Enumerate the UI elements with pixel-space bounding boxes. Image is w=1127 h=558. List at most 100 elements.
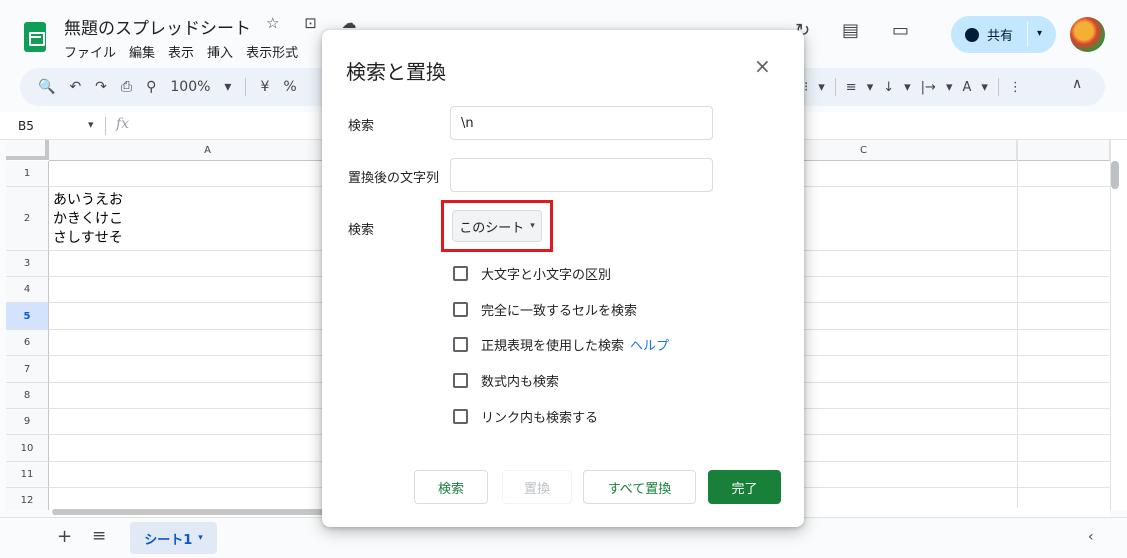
share-label: 共有 bbox=[987, 29, 1014, 44]
align-vertical-dropdown-icon[interactable]: ▾ bbox=[904, 80, 911, 95]
menu-edit[interactable]: 編集 bbox=[129, 42, 155, 61]
toolbar-divider bbox=[997, 78, 999, 96]
more-options-icon[interactable]: ⋮ bbox=[1009, 80, 1022, 95]
toolbar-divider bbox=[245, 78, 247, 96]
align-horizontal-icon[interactable]: ≡ bbox=[846, 80, 857, 95]
sheet-tab-dropdown-icon[interactable]: ▾ bbox=[198, 533, 203, 543]
share-button[interactable]: 共有 ▾ bbox=[951, 16, 1056, 53]
percent-format-button[interactable]: % bbox=[283, 79, 296, 95]
toolbar-right-group: ⁝⁝ ▾ ≡ ▾ ↓ ▾ |→ ▾ A ▾ ⋮ bbox=[800, 78, 1022, 96]
option-search-formulas[interactable]: 数式内も検索 bbox=[453, 371, 559, 390]
menu-insert[interactable]: 挿入 bbox=[207, 42, 233, 61]
row-header-2[interactable]: 2 bbox=[6, 187, 49, 251]
row-header-6[interactable]: 6 bbox=[6, 330, 49, 356]
replace-button[interactable]: 置換 bbox=[502, 470, 572, 504]
close-icon[interactable]: × bbox=[754, 54, 771, 78]
function-icon: fx bbox=[116, 116, 130, 132]
match-entire-cell-label: 完全に一致するセルを検索 bbox=[481, 304, 638, 319]
sheet-tab-label: シート1 bbox=[144, 532, 193, 548]
option-match-entire-cell[interactable]: 完全に一致するセルを検索 bbox=[453, 300, 637, 319]
name-box[interactable]: B5 bbox=[18, 119, 34, 133]
text-wrap-icon[interactable]: |→ bbox=[921, 80, 936, 95]
menu-bar: ファイル 編集 表示 挿入 表示形式 bbox=[64, 42, 298, 61]
row-header-8[interactable]: 8 bbox=[6, 383, 49, 409]
row-header-9[interactable]: 9 bbox=[6, 409, 49, 435]
comment-icon[interactable]: ▤ bbox=[842, 20, 859, 41]
select-all-corner[interactable] bbox=[6, 140, 49, 160]
zoom-select[interactable]: 100% bbox=[170, 79, 210, 95]
row-header-3[interactable]: 3 bbox=[6, 251, 49, 277]
sheet-tab-1[interactable]: シート1 ▾ bbox=[130, 522, 217, 554]
row-header-4[interactable]: 4 bbox=[6, 277, 49, 303]
text-wrap-dropdown-icon[interactable]: ▾ bbox=[946, 80, 953, 95]
add-sheet-icon[interactable]: + bbox=[57, 526, 72, 547]
search-formulas-checkbox[interactable] bbox=[453, 373, 468, 388]
align-vertical-icon[interactable]: ↓ bbox=[883, 80, 894, 95]
horizontal-scroll-thumb[interactable] bbox=[52, 509, 352, 515]
option-regex[interactable]: 正規表現を使用した検索 ヘルプ bbox=[453, 335, 669, 354]
all-sheets-icon[interactable]: ≡ bbox=[92, 526, 106, 546]
search-links-label: リンク内も検索する bbox=[481, 411, 599, 426]
collapse-menus-icon[interactable]: ∧ bbox=[1072, 76, 1082, 92]
replace-all-button[interactable]: すべて置換 bbox=[583, 470, 696, 504]
share-divider bbox=[1027, 22, 1028, 47]
find-replace-dialog: 検索と置換 × 検索 置換後の文字列 検索 このシート ▾ 大文字と小文字の区別… bbox=[322, 30, 804, 527]
row-header-5[interactable]: 5 bbox=[6, 303, 49, 330]
vertical-scrollbar[interactable] bbox=[1110, 140, 1127, 510]
menu-view[interactable]: 表示 bbox=[168, 42, 194, 61]
formula-divider bbox=[105, 117, 106, 135]
help-link[interactable]: ヘルプ bbox=[630, 339, 669, 354]
share-dropdown-icon[interactable]: ▾ bbox=[1037, 28, 1042, 39]
paint-format-icon[interactable]: ⚲ bbox=[146, 79, 156, 95]
option-match-case[interactable]: 大文字と小文字の区別 bbox=[453, 264, 611, 283]
match-entire-cell-checkbox[interactable] bbox=[453, 302, 468, 317]
search-icon[interactable]: 🔍 bbox=[38, 79, 55, 95]
scope-select[interactable]: このシート ▾ bbox=[452, 210, 542, 242]
match-case-label: 大文字と小文字の区別 bbox=[481, 268, 612, 283]
row-header-1[interactable]: 1 bbox=[6, 161, 49, 187]
regex-checkbox[interactable] bbox=[453, 337, 468, 352]
column-header-d[interactable] bbox=[1017, 140, 1110, 161]
align-horizontal-dropdown-icon[interactable]: ▾ bbox=[867, 80, 874, 95]
text-rotation-icon[interactable]: A bbox=[962, 80, 971, 95]
merge-dropdown-icon[interactable]: ▾ bbox=[818, 80, 825, 95]
scope-value: このシート bbox=[459, 220, 525, 236]
option-search-links[interactable]: リンク内も検索する bbox=[453, 407, 598, 426]
undo-icon[interactable]: ↶ bbox=[69, 79, 81, 95]
find-input[interactable] bbox=[450, 106, 713, 140]
menu-file[interactable]: ファイル bbox=[64, 42, 116, 61]
text-rotation-dropdown-icon[interactable]: ▾ bbox=[981, 80, 988, 95]
scope-highlight: このシート ▾ bbox=[441, 200, 553, 252]
regex-label: 正規表現を使用した検索 ヘルプ bbox=[481, 335, 669, 354]
vertical-scroll-thumb[interactable] bbox=[1111, 161, 1119, 189]
search-links-checkbox[interactable] bbox=[453, 409, 468, 424]
row-header-12[interactable]: 12 bbox=[6, 488, 49, 510]
toolbar-divider bbox=[834, 78, 836, 96]
name-box-dropdown-icon[interactable]: ▾ bbox=[88, 118, 94, 131]
globe-icon bbox=[965, 27, 979, 42]
currency-format-button[interactable]: ¥ bbox=[260, 79, 269, 95]
menu-format[interactable]: 表示形式 bbox=[246, 42, 298, 61]
cell-a2[interactable]: あいうえお かきくけこ さしすせそ bbox=[53, 191, 123, 248]
avatar[interactable] bbox=[1070, 17, 1105, 52]
sheets-logo-icon[interactable] bbox=[24, 22, 46, 52]
search-formulas-label: 数式内も検索 bbox=[481, 375, 560, 390]
document-title[interactable]: 無題のスプレッドシート bbox=[64, 14, 251, 39]
chevron-down-icon: ▾ bbox=[530, 221, 535, 231]
row-header-11[interactable]: 11 bbox=[6, 462, 49, 488]
row-header-7[interactable]: 7 bbox=[6, 356, 49, 383]
scroll-left-icon[interactable]: ‹ bbox=[1088, 529, 1094, 545]
scope-label: 検索 bbox=[348, 223, 375, 238]
find-button[interactable]: 検索 bbox=[414, 470, 488, 504]
done-button[interactable]: 完了 bbox=[708, 470, 781, 504]
regex-label-text: 正規表現を使用した検索 bbox=[481, 339, 625, 354]
redo-icon[interactable]: ↷ bbox=[95, 79, 107, 95]
column-header-a[interactable]: A bbox=[49, 140, 367, 161]
meet-icon[interactable]: ▭ bbox=[892, 20, 909, 41]
match-case-checkbox[interactable] bbox=[453, 266, 468, 281]
replace-label: 置換後の文字列 bbox=[348, 171, 440, 186]
print-icon[interactable]: ⎙ bbox=[121, 79, 132, 95]
row-header-10[interactable]: 10 bbox=[6, 435, 49, 462]
zoom-dropdown-icon[interactable]: ▾ bbox=[224, 79, 231, 95]
replace-input[interactable] bbox=[450, 158, 713, 192]
